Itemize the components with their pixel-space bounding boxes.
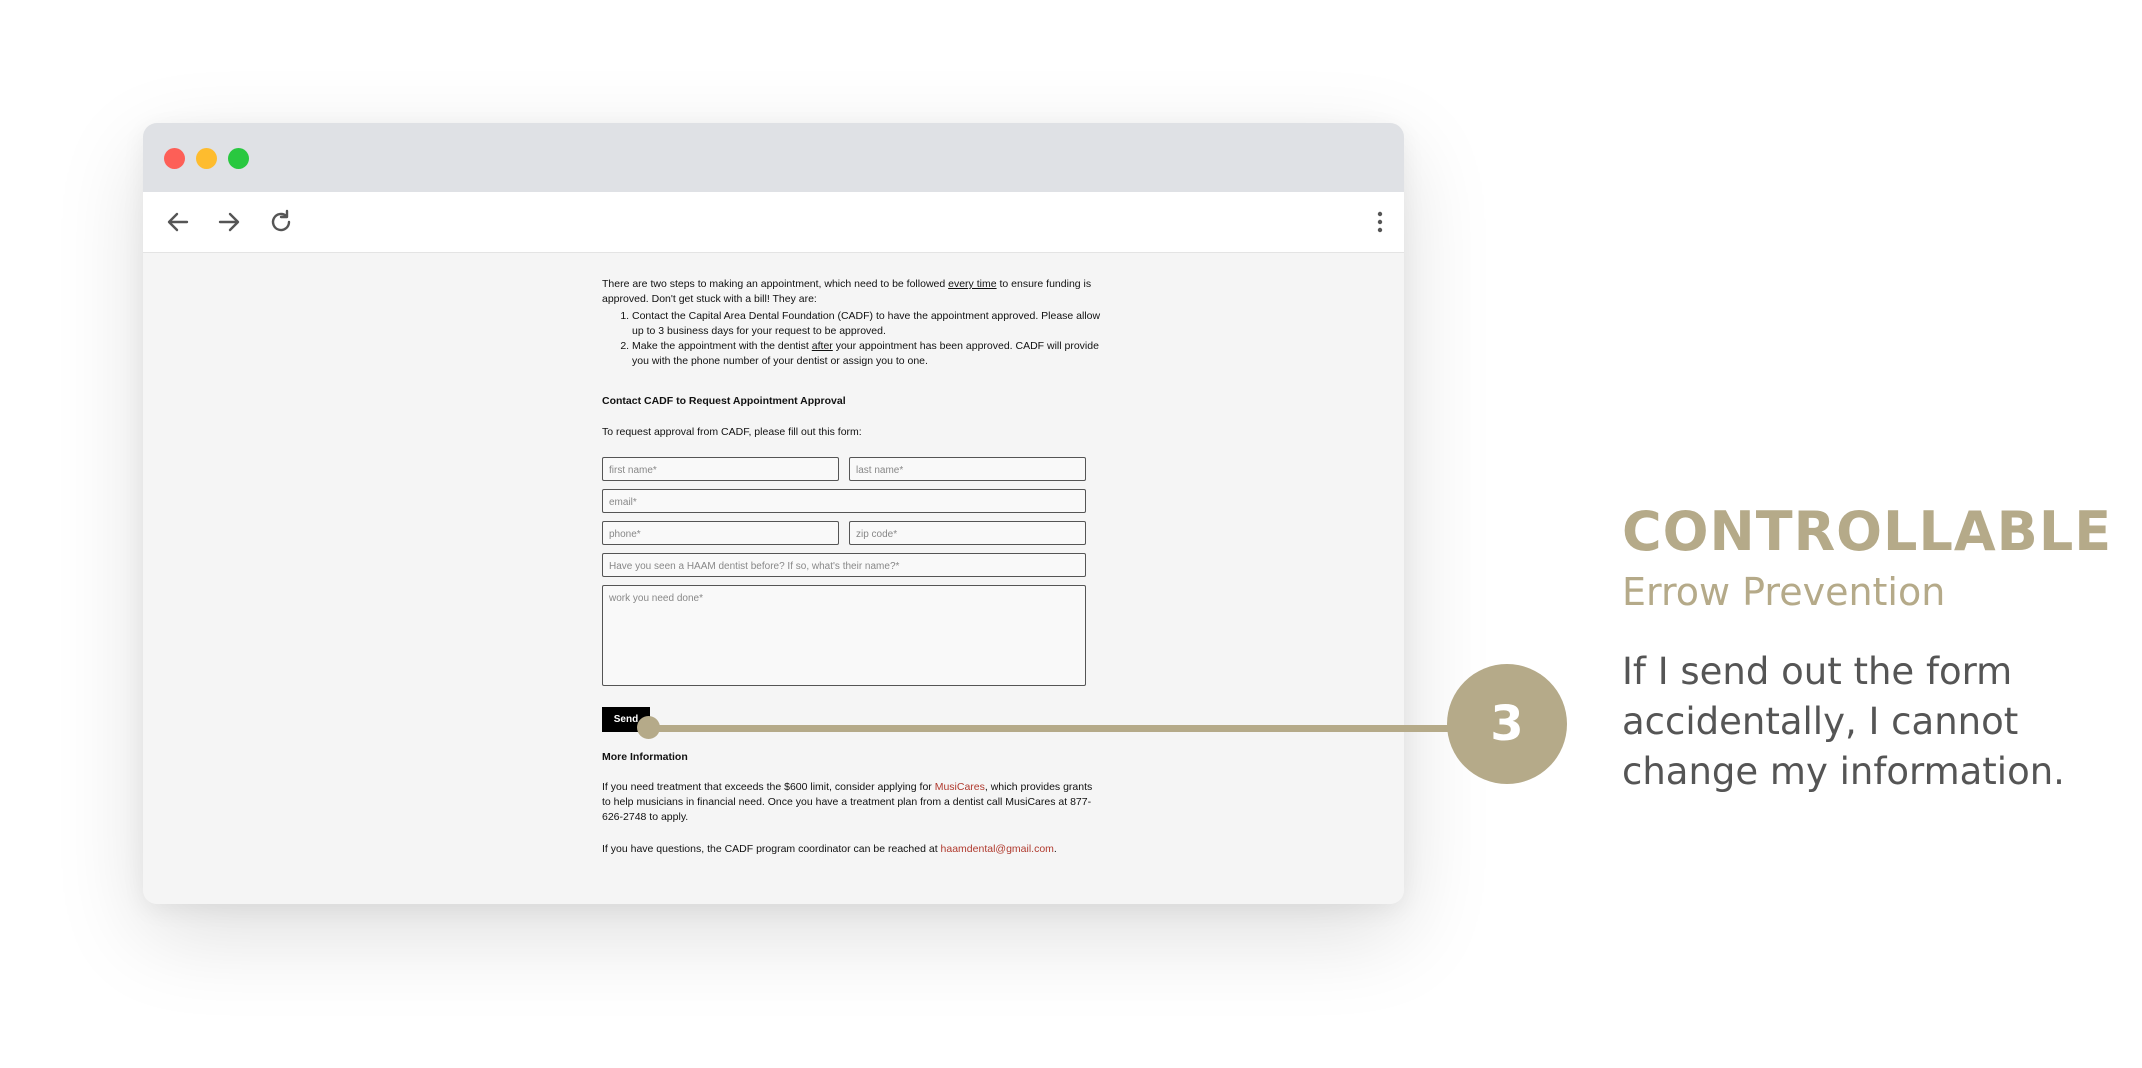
step-1: Contact the Capital Area Dental Foundati… [632, 309, 1102, 339]
arrow-left-icon[interactable] [164, 208, 192, 236]
intro-paragraph: There are two steps to making an appoint… [602, 277, 1102, 307]
phone-field[interactable]: phone* [602, 521, 839, 545]
zip-code-field[interactable]: zip code* [849, 521, 1086, 545]
maximize-window-button[interactable] [228, 148, 249, 169]
annotation-description: If I send out the form accidentally, I c… [1622, 650, 2065, 793]
work-needed-textarea[interactable]: work you need done* [602, 585, 1086, 686]
questions-text: If you have questions, the CADF program … [602, 843, 941, 855]
first-name-field[interactable]: first name* [602, 457, 839, 481]
reload-icon[interactable] [267, 208, 295, 236]
step-2-text: Make the appointment with the dentist [632, 340, 812, 352]
step-2: Make the appointment with the dentist af… [632, 339, 1102, 369]
minimize-window-button[interactable] [196, 148, 217, 169]
window-titlebar [143, 123, 1404, 192]
intro-emphasis: every time [948, 278, 997, 290]
form-intro: To request approval from CADF, please fi… [602, 426, 862, 438]
browser-window: There are two steps to making an appoint… [143, 123, 1404, 904]
more-info-paragraph: If you need treatment that exceeds the $… [602, 780, 1102, 825]
annotation-connector-line [647, 725, 1455, 732]
questions-paragraph: If you have questions, the CADF program … [602, 842, 1102, 857]
steps-list: Contact the Capital Area Dental Foundati… [602, 309, 1102, 369]
intro-text: There are two steps to making an appoint… [602, 278, 949, 290]
arrow-right-icon[interactable] [215, 208, 243, 236]
page-content: There are two steps to making an appoint… [143, 253, 1404, 904]
email-field[interactable]: email* [602, 489, 1086, 513]
last-name-field[interactable]: last name* [849, 457, 1086, 481]
questions-text-end: . [1053, 843, 1057, 855]
more-info-text: If you need treatment that exceeds the $… [602, 781, 935, 793]
annotation-title: CONTROLLABLE [1622, 500, 2113, 563]
kebab-menu-icon[interactable] [1366, 208, 1394, 236]
browser-toolbar [143, 192, 1404, 253]
haam-dentist-field[interactable]: Have you seen a HAAM dentist before? If … [602, 553, 1086, 577]
annotation-connector-dot [637, 716, 660, 739]
annotation-number-badge: 3 [1447, 664, 1567, 784]
musicares-link[interactable]: MusiCares [935, 781, 985, 793]
email-link[interactable]: haamdental@gmail.com [941, 843, 1054, 855]
close-window-button[interactable] [164, 148, 185, 169]
contact-heading: Contact CADF to Request Appointment Appr… [602, 395, 846, 407]
more-info-heading: More Information [602, 751, 688, 763]
annotation-subtitle: Errow Prevention [1622, 570, 1946, 614]
step-2-emphasis: after [811, 340, 833, 352]
